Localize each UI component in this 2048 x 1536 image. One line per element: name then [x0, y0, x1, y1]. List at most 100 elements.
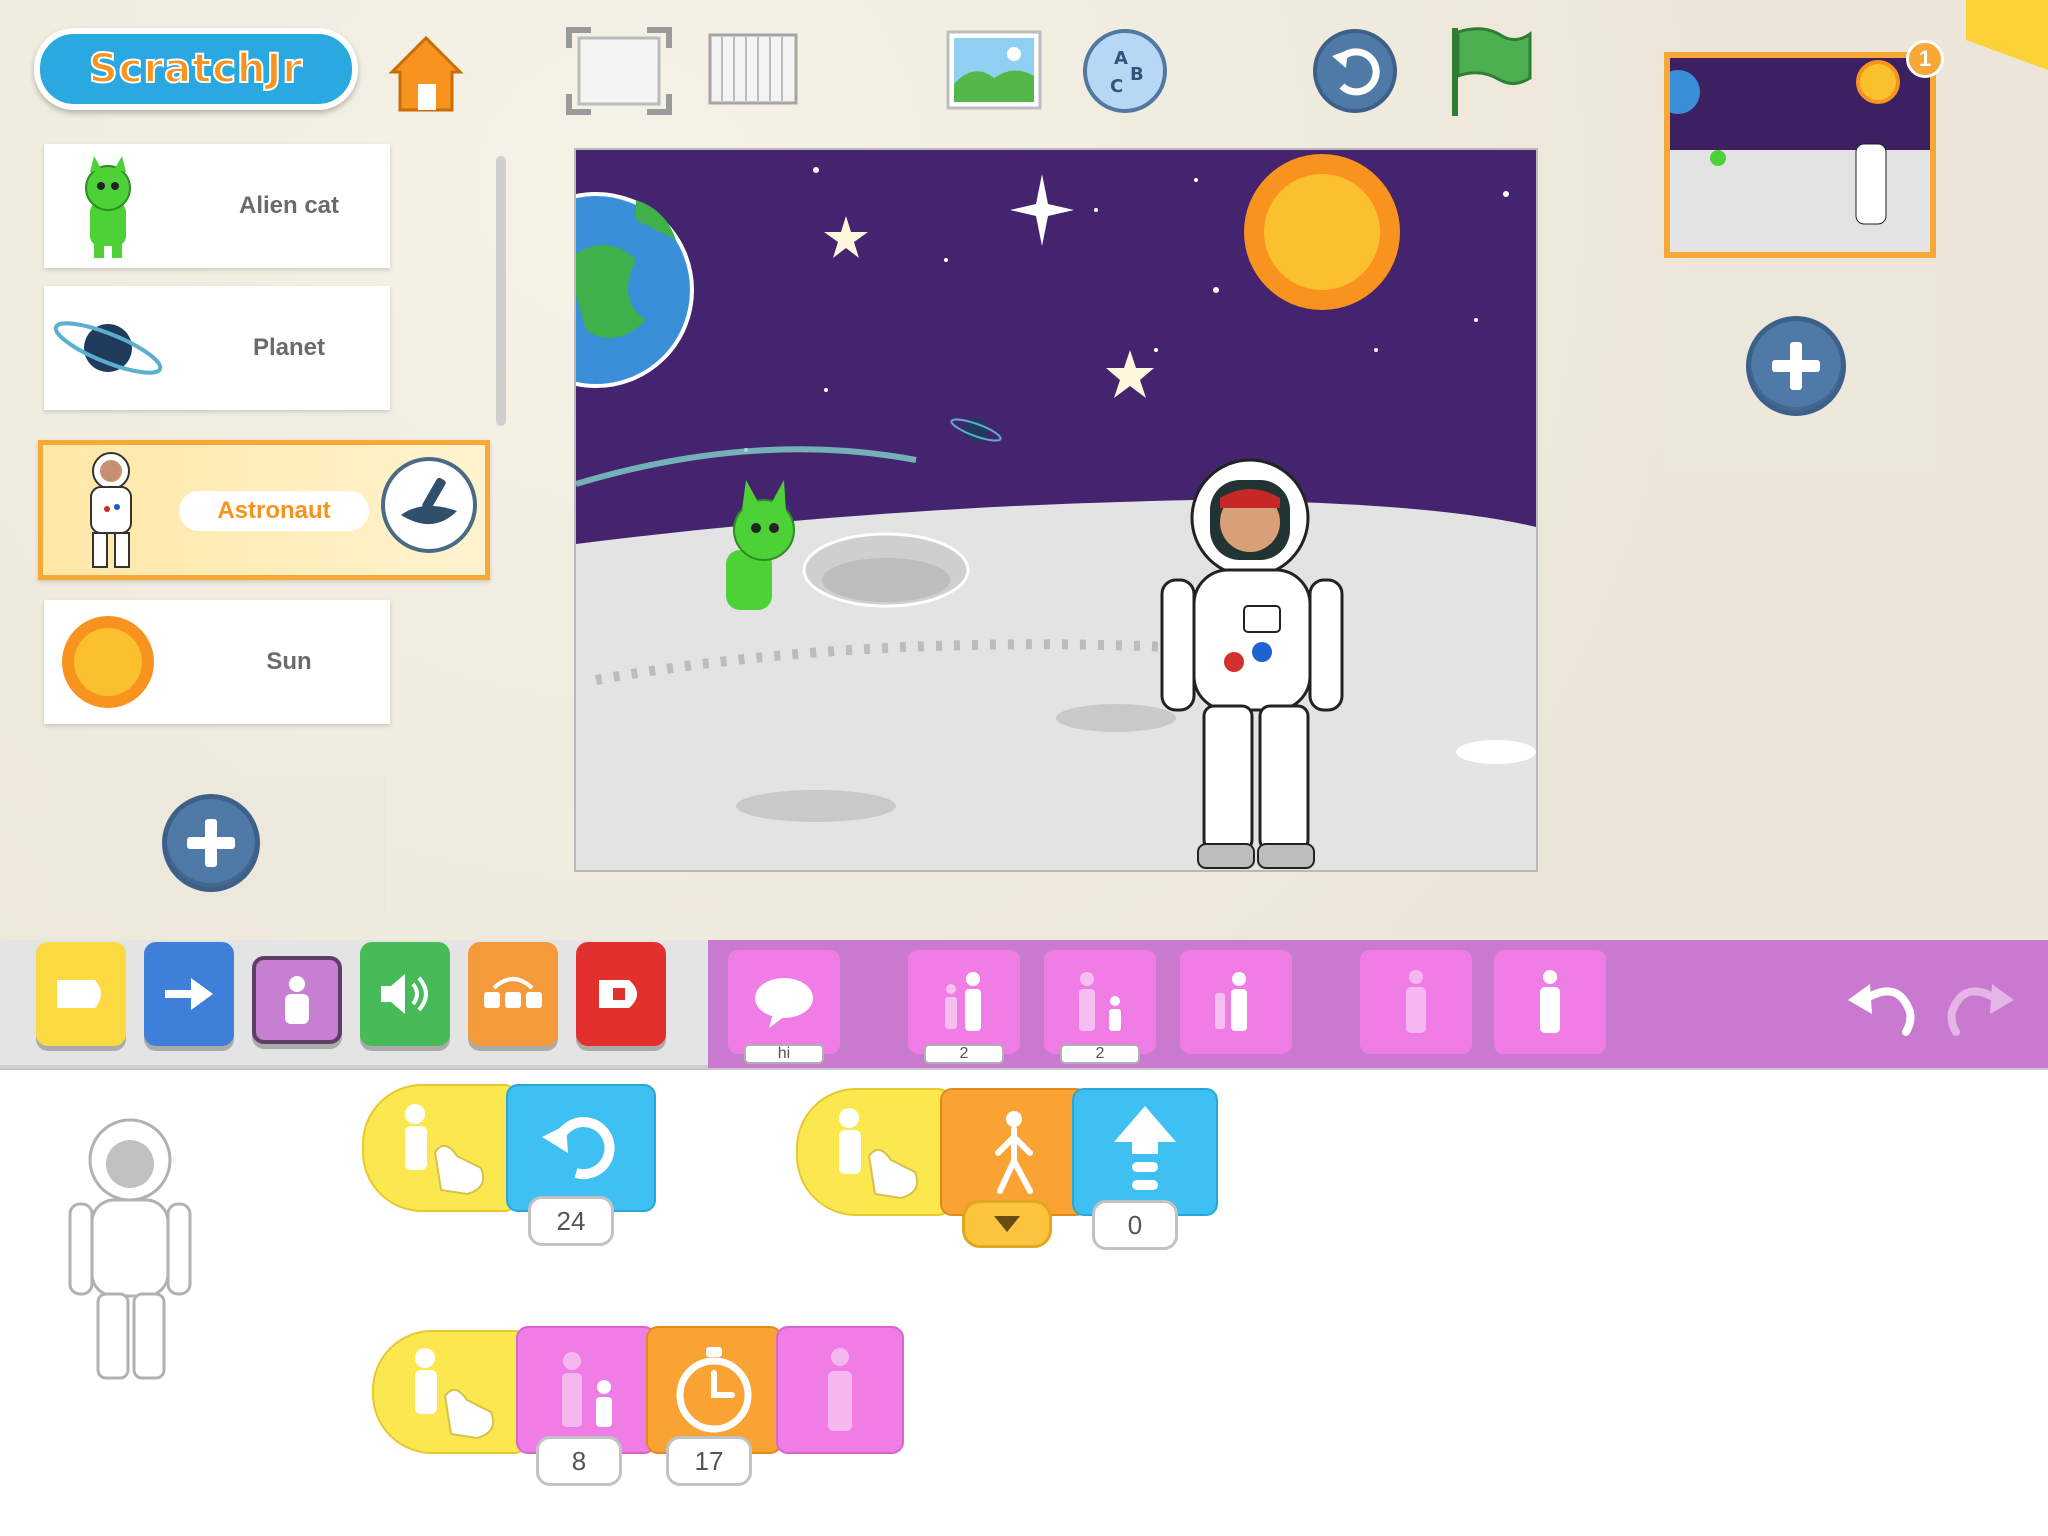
- walking-person-icon: [995, 1111, 1033, 1194]
- start-on-tap-block[interactable]: [362, 1084, 518, 1212]
- reset-size-icon: [1215, 972, 1247, 1031]
- paint-editor-button[interactable]: [381, 457, 477, 553]
- scratchjr-logo: ScratchJr: [34, 28, 358, 110]
- category-triggering[interactable]: [36, 942, 126, 1046]
- add-page-card[interactable]: [1662, 270, 1938, 474]
- wait-arg[interactable]: 17: [666, 1436, 752, 1486]
- logo-text: ScratchJr: [88, 45, 304, 93]
- svg-text:B: B: [1130, 64, 1144, 85]
- hide-block[interactable]: [1360, 950, 1472, 1054]
- end-category-icon: [599, 980, 637, 1008]
- trigger-category-icon: [57, 980, 101, 1008]
- green-flag-icon: [1452, 27, 1532, 116]
- home-icon: [388, 35, 464, 112]
- undo-icon: [1848, 984, 1915, 1036]
- turn-left-arg[interactable]: 24: [528, 1196, 614, 1246]
- sprite-label: Astronaut: [179, 491, 369, 531]
- sprite-label: Planet: [252, 334, 326, 361]
- show-block[interactable]: [1494, 950, 1606, 1054]
- sprite-label: Sun: [266, 648, 312, 675]
- planet-icon: [53, 321, 163, 375]
- grow-block-arg[interactable]: 2: [924, 1044, 1004, 1064]
- speaker-icon: [381, 974, 428, 1014]
- plus-icon: [1772, 342, 1820, 390]
- shrink-block-arg[interactable]: 2: [1060, 1044, 1140, 1064]
- page-thumbnail-scene: [1670, 58, 1930, 252]
- astronaut-outline-icon: [68, 1118, 192, 1380]
- shrink-block[interactable]: 2: [1044, 950, 1156, 1064]
- move-up-block[interactable]: [1072, 1088, 1218, 1216]
- category-looks[interactable]: [252, 956, 342, 1044]
- corner-tab[interactable]: [1966, 0, 2048, 70]
- category-motion[interactable]: [144, 942, 234, 1046]
- stage[interactable]: [574, 148, 1538, 872]
- turn-left-block[interactable]: [506, 1084, 656, 1212]
- svg-text:A: A: [1114, 48, 1128, 69]
- sprite-card-sun[interactable]: Sun: [44, 600, 390, 724]
- person-icon: [285, 976, 309, 1024]
- grid-icon: [708, 33, 798, 105]
- page-number-badge: 1: [1906, 40, 1944, 78]
- arrow-up-icon: [1114, 1106, 1176, 1190]
- add-sprite-card[interactable]: [46, 776, 386, 912]
- start-on-tap-block[interactable]: [372, 1330, 528, 1454]
- script-sprite-thumbnail: [54, 1108, 204, 1388]
- shrink-arg[interactable]: 8: [536, 1436, 622, 1486]
- stage-scene: [576, 150, 1536, 870]
- grow-icon: [945, 972, 981, 1031]
- home-button[interactable]: [380, 26, 472, 118]
- start-on-tap-block[interactable]: [796, 1088, 952, 1216]
- plus-icon: [187, 819, 235, 867]
- add-page-button[interactable]: [1746, 316, 1846, 416]
- chevron-down-icon: [994, 1216, 1020, 1232]
- hide-person-icon: [828, 1348, 852, 1431]
- fullscreen-icon: [566, 27, 672, 115]
- tap-hand-icon: [839, 1108, 919, 1200]
- redo-button[interactable]: [1940, 968, 2020, 1038]
- sprite-card-planet[interactable]: Planet: [44, 286, 390, 410]
- say-block[interactable]: hi: [728, 950, 840, 1064]
- background-icon: [946, 30, 1042, 110]
- corner-fold-icon: [1966, 0, 2048, 70]
- page-thumbnail[interactable]: [1664, 52, 1936, 258]
- shrink-block[interactable]: [516, 1326, 656, 1454]
- palette-divider: [0, 1068, 2048, 1080]
- alien-cat-icon: [85, 156, 131, 258]
- category-end[interactable]: [576, 942, 666, 1046]
- sprite-list-scrollbar[interactable]: [496, 156, 506, 426]
- control-icon: [484, 977, 542, 1008]
- svg-text:C: C: [1110, 76, 1123, 97]
- add-sprite-button[interactable]: [162, 794, 260, 892]
- reset-size-block[interactable]: [1180, 950, 1292, 1054]
- move-up-arg[interactable]: 0: [1092, 1200, 1178, 1250]
- green-flag-button[interactable]: [1444, 24, 1534, 120]
- tap-hand-icon: [415, 1348, 495, 1440]
- category-sound[interactable]: [360, 942, 450, 1046]
- fullscreen-button[interactable]: [564, 26, 674, 116]
- grow-block[interactable]: 2: [908, 950, 1020, 1064]
- sprite-card-alien-cat[interactable]: Alien cat: [44, 144, 390, 268]
- category-control[interactable]: [468, 942, 558, 1046]
- rotate-counterclockwise-icon: [542, 1117, 615, 1180]
- hide-block[interactable]: [776, 1326, 904, 1454]
- shrink-icon: [562, 1352, 612, 1427]
- moon-surface: [576, 500, 1536, 870]
- astronaut-icon: [90, 452, 132, 568]
- sun-icon: [62, 616, 154, 708]
- reset-button[interactable]: [1310, 26, 1400, 116]
- grid-button[interactable]: [704, 30, 804, 112]
- say-block-arg[interactable]: hi: [744, 1044, 824, 1064]
- shrink-icon: [1079, 972, 1121, 1031]
- show-person-icon: [1540, 970, 1560, 1033]
- wait-block[interactable]: [646, 1326, 782, 1454]
- set-speed-block[interactable]: [940, 1088, 1088, 1216]
- reset-icon: [1313, 29, 1397, 113]
- sprite-card-astronaut[interactable]: Astronaut: [38, 440, 490, 580]
- hide-person-icon: [1406, 970, 1426, 1033]
- tap-hand-icon: [405, 1104, 485, 1196]
- speech-bubble-icon: [755, 978, 813, 1028]
- undo-button[interactable]: [1842, 968, 1922, 1038]
- add-text-button[interactable]: A B C: [1080, 26, 1170, 116]
- speed-dropdown[interactable]: [962, 1200, 1052, 1248]
- change-background-button[interactable]: [944, 28, 1044, 114]
